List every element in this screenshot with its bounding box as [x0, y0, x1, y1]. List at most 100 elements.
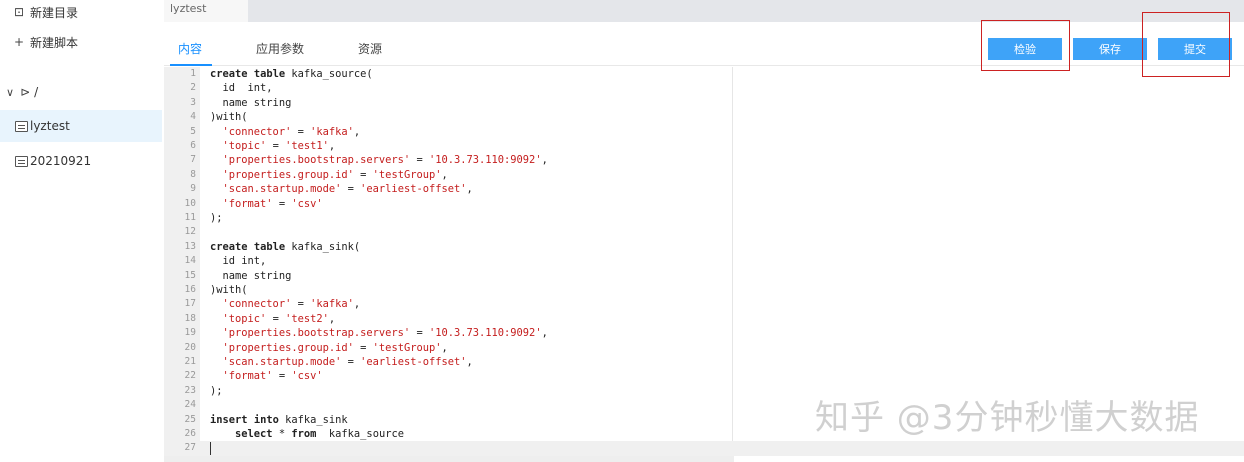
code-text: create table kafka_sink( — [210, 240, 361, 253]
sidebar: ⊡ 新建目录 + 新建脚本 ∨ ⊳ / lyztest 20210921 — [0, 0, 162, 462]
code-text: ); — [210, 212, 223, 224]
line-number: 25 — [184, 413, 196, 425]
code-text: 'topic' = 'test1', — [222, 140, 336, 152]
code-line[interactable]: 16 )with( — [164, 283, 1244, 297]
folder-open-icon: ⊳ — [20, 85, 31, 99]
line-number: 17 — [184, 298, 196, 310]
code-text: insert into kafka_sink — [210, 413, 348, 426]
code-line[interactable]: 8 'properties.group.id' = 'testGroup', — [164, 168, 1244, 182]
code-line[interactable]: 3 name string — [164, 96, 1244, 110]
watermark: 知乎 @3分钟秒懂大数据 — [815, 398, 1200, 438]
code-line[interactable]: 15 name string — [164, 269, 1244, 283]
line-number: 18 — [184, 312, 196, 324]
line-number: 20 — [184, 341, 196, 353]
code-line[interactable]: 14 id int, — [164, 254, 1244, 268]
line-number: 24 — [184, 399, 196, 411]
line-number: 5 — [190, 125, 196, 137]
active-tab-indicator — [170, 64, 212, 66]
code-line[interactable]: 4 )with( — [164, 110, 1244, 124]
line-number: 6 — [190, 140, 196, 151]
code-text: ); — [210, 384, 223, 397]
highlight-annotation-check — [981, 20, 1070, 71]
code-line[interactable]: 9 'scan.startup.mode' = 'earliest-offset… — [164, 182, 1244, 196]
code-line[interactable]: 20 'properties.group.id' = 'testGroup', — [164, 341, 1244, 355]
subtab-resources[interactable]: 资源 — [358, 40, 382, 57]
line-number: 14 — [184, 255, 196, 267]
line-number: 2 — [190, 82, 196, 94]
code-text: id int, — [210, 82, 273, 95]
code-text: create table kafka_source( — [210, 68, 373, 80]
code-editor[interactable]: 1 create table kafka_source(2 id int, 3 na… — [164, 67, 1244, 462]
line-number: 15 — [184, 269, 196, 281]
file-icon — [15, 120, 28, 132]
code-line[interactable]: 19 'properties.bootstrap.servers' = '10.… — [164, 326, 1244, 340]
code-line[interactable]: 6 'topic' = 'test1', — [164, 139, 1244, 153]
tree-root-label: / — [34, 85, 39, 99]
code-text: 'scan.startup.mode' = 'earliest-offset', — [222, 356, 473, 368]
line-number: 16 — [184, 284, 196, 295]
tree-file-20210921[interactable]: 20210921 — [0, 145, 162, 177]
line-number: 7 — [190, 154, 196, 166]
code-text: 'properties.group.id' = 'testGroup', — [222, 168, 448, 181]
code-line[interactable]: 12 — [164, 225, 1244, 239]
code-text: 'properties.bootstrap.servers' = '10.3.7… — [222, 327, 548, 340]
code-line[interactable]: 17 'connector' = 'kafka', — [164, 297, 1244, 311]
code-text: name string — [210, 269, 292, 282]
code-text: select * from kafka_source — [235, 428, 404, 440]
new-script-label: 新建脚本 — [30, 35, 79, 50]
code-line[interactable]: 21 'scan.startup.mode' = 'earliest-offse… — [164, 355, 1244, 369]
line-number: 26 — [184, 428, 196, 439]
line-number: 19 — [184, 327, 196, 339]
file-tab-bar: lyztest — [164, 0, 1244, 22]
new-directory-label: 新建目录 — [30, 5, 79, 20]
code-line[interactable]: 22 'format' = 'csv' — [164, 369, 1244, 383]
code-line[interactable]: 1 create table kafka_source( — [164, 67, 1244, 81]
new-directory-button[interactable]: ⊡ 新建目录 — [12, 0, 78, 24]
line-number: 3 — [190, 96, 196, 108]
code-text: 'properties.bootstrap.servers' = '10.3.7… — [222, 154, 548, 167]
editor-scrollbar-track[interactable] — [164, 456, 734, 462]
line-number: 12 — [184, 226, 196, 238]
code-text: id int, — [210, 255, 267, 268]
code-text: 'properties.group.id' = 'testGroup', — [222, 341, 448, 354]
subtab-content[interactable]: 内容 — [178, 40, 202, 57]
line-number: 1 — [190, 68, 196, 79]
save-button[interactable]: 保存 — [1073, 38, 1147, 60]
code-text: name string — [210, 96, 292, 109]
code-line[interactable]: 2 id int, — [164, 81, 1244, 95]
code-text: )with( — [210, 111, 248, 124]
code-line[interactable]: 27 — [164, 441, 1244, 456]
code-line[interactable]: 5 'connector' = 'kafka', — [164, 125, 1244, 139]
code-text: 'scan.startup.mode' = 'earliest-offset', — [222, 183, 473, 196]
code-line[interactable]: 18 'topic' = 'test2', — [164, 312, 1244, 326]
tree-file-label: 20210921 — [30, 154, 92, 168]
line-number: 21 — [184, 356, 196, 367]
code-text: 'connector' = 'kafka', — [222, 298, 361, 311]
text-caret — [210, 442, 211, 455]
line-number: 22 — [184, 370, 196, 382]
code-text: 'format' = 'csv' — [222, 197, 323, 210]
tree-root-folder[interactable]: ∨ ⊳ / — [6, 80, 38, 104]
line-number: 10 — [184, 197, 196, 209]
tree-file-lyztest[interactable]: lyztest — [0, 110, 162, 142]
code-text: )with( — [210, 284, 248, 296]
line-number: 23 — [184, 384, 196, 396]
line-number: 27 — [184, 442, 196, 454]
tab-lyztest[interactable]: lyztest — [164, 0, 248, 22]
code-text: 'format' = 'csv' — [222, 370, 323, 383]
code-line[interactable]: 13 create table kafka_sink( — [164, 240, 1244, 254]
file-icon — [15, 155, 28, 167]
code-line[interactable]: 11); — [164, 211, 1244, 225]
line-number: 8 — [190, 168, 196, 180]
subtab-app-params[interactable]: 应用参数 — [256, 40, 304, 57]
plus-icon: + — [13, 35, 25, 49]
code-line[interactable]: 10 'format' = 'csv' — [164, 197, 1244, 211]
code-text: 'connector' = 'kafka', — [222, 125, 361, 138]
line-number: 13 — [184, 240, 196, 252]
line-number: 9 — [190, 183, 196, 195]
code-line[interactable]: 7 'properties.bootstrap.servers' = '10.3… — [164, 153, 1244, 167]
folder-plus-icon: ⊡ — [13, 5, 25, 19]
chevron-down-icon[interactable]: ∨ — [6, 86, 14, 99]
line-number: 4 — [190, 111, 196, 123]
new-script-button[interactable]: + 新建脚本 — [12, 30, 78, 54]
